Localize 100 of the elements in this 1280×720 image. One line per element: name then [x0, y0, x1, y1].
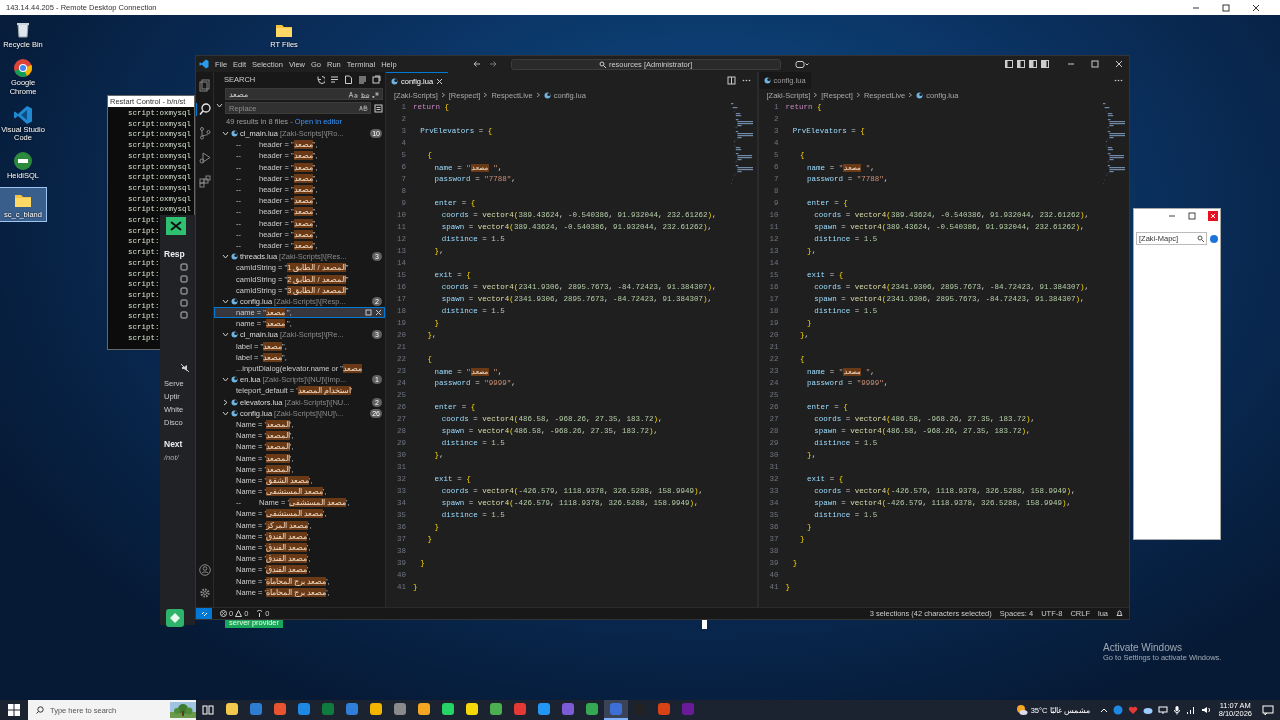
- chevron-down-icon: [222, 297, 229, 305]
- app-icon: [369, 702, 383, 716]
- antenna-icon: [256, 610, 264, 617]
- chevron-down-icon: [222, 253, 229, 261]
- app-icon: [537, 702, 551, 716]
- chevron-down-icon: [222, 130, 229, 138]
- windows-logo-icon: [8, 704, 20, 716]
- moon-icon: [231, 297, 238, 305]
- chevron-right-icon: [813, 92, 819, 98]
- run-debug-tab[interactable]: [196, 151, 213, 164]
- chevron-down-icon: [222, 376, 229, 384]
- app-icon: [489, 702, 503, 716]
- files-tab[interactable]: [196, 79, 213, 92]
- close-icon: [1115, 60, 1123, 68]
- chevron-icon: [216, 102, 223, 109]
- mute-icon: [180, 363, 190, 373]
- chevron-right-icon: [440, 92, 446, 98]
- help-icon: [1210, 234, 1218, 243]
- app-icon: [13, 58, 33, 79]
- moon-icon: [231, 331, 238, 339]
- remote-button[interactable]: [196, 608, 212, 619]
- task-view-icon: [202, 704, 214, 716]
- speaker-icon: [1200, 705, 1211, 715]
- moon-icon: [231, 130, 238, 138]
- display-icon: [1157, 705, 1168, 715]
- remote-icon: [200, 610, 208, 617]
- chevron-right-icon: [535, 92, 541, 98]
- app-icon: [273, 702, 287, 716]
- app-icon: [681, 702, 695, 716]
- extensions-tab[interactable]: [196, 175, 213, 188]
- microphone-icon: [1172, 705, 1181, 715]
- refresh-icon: [316, 75, 325, 84]
- new-file-icon: [344, 75, 353, 84]
- forward-arrow-icon: [488, 60, 497, 68]
- app-icon: [465, 702, 479, 716]
- whole-word-icon: [360, 90, 370, 98]
- layout-icon: [1005, 60, 1013, 68]
- moon-icon: [231, 376, 238, 384]
- moon-icon: [391, 77, 398, 85]
- moon-icon: [231, 253, 238, 261]
- app-icon: [225, 702, 239, 716]
- notification-icon: [1262, 704, 1274, 716]
- app-icon: [249, 702, 263, 716]
- replace-icon: [365, 309, 372, 317]
- chevron-right-icon: [483, 92, 489, 98]
- activation-title: Activate Windows: [1103, 642, 1183, 653]
- app-icon: [441, 702, 455, 716]
- account-icon: [198, 564, 211, 576]
- chevron-right-icon: [908, 92, 914, 98]
- layout-icon: [1017, 60, 1025, 68]
- app-icon: [199, 59, 209, 69]
- app-icon: [657, 702, 671, 716]
- close-icon: [436, 77, 444, 85]
- search-icon: [1197, 235, 1204, 242]
- error-icon: [220, 610, 227, 617]
- logo-icon: [166, 217, 186, 235]
- app-icon: [609, 702, 623, 716]
- app-icon: [393, 702, 407, 716]
- copilot-icon: [794, 60, 809, 68]
- maximize-icon: [1222, 3, 1230, 12]
- section-heading: Next: [164, 439, 183, 449]
- app-icon: [561, 702, 575, 716]
- maximize-icon: [1091, 60, 1099, 68]
- app-icon: [297, 702, 311, 716]
- replace-all-icon: [374, 103, 383, 113]
- chevron-right-icon: [855, 92, 861, 98]
- warning-icon: [235, 610, 243, 617]
- clear-results-icon: [330, 75, 339, 84]
- split-editor-icon: [726, 76, 736, 85]
- taskbar-button[interactable]: [604, 700, 628, 720]
- app-icon: [13, 104, 33, 125]
- search-tab[interactable]: [196, 103, 213, 116]
- collapse-all-icon: [372, 75, 381, 84]
- preserve-case-icon: [359, 105, 368, 111]
- cloud-icon: [1142, 705, 1153, 715]
- page-heading: Resp: [164, 249, 185, 259]
- close-icon: [375, 309, 382, 317]
- list-view-icon: [358, 75, 367, 84]
- moon-icon: [543, 91, 551, 99]
- app-icon: [13, 151, 33, 172]
- sun-cloud-icon: [1015, 704, 1028, 716]
- heart-icon: [1127, 705, 1138, 715]
- moon-icon: [916, 91, 924, 99]
- network-icon: [1185, 705, 1196, 715]
- regex-icon: [372, 90, 379, 98]
- chevron-down-icon: [222, 331, 229, 339]
- chevron-right-icon: [222, 398, 229, 406]
- shield-icon: [1112, 705, 1123, 715]
- chevron-up-icon: [1099, 706, 1108, 714]
- app-icon: [321, 702, 335, 716]
- close-icon: [1252, 3, 1260, 12]
- bell-icon: [1116, 610, 1123, 617]
- chevron-down-icon: [222, 409, 229, 417]
- search-icon: [36, 706, 44, 714]
- search-icon: [598, 60, 606, 68]
- minimize-icon: [1067, 60, 1075, 68]
- match-case-icon: [348, 90, 358, 98]
- app-icon: [417, 702, 431, 716]
- settings-icon: [198, 587, 211, 599]
- logo-icon: [165, 608, 185, 628]
